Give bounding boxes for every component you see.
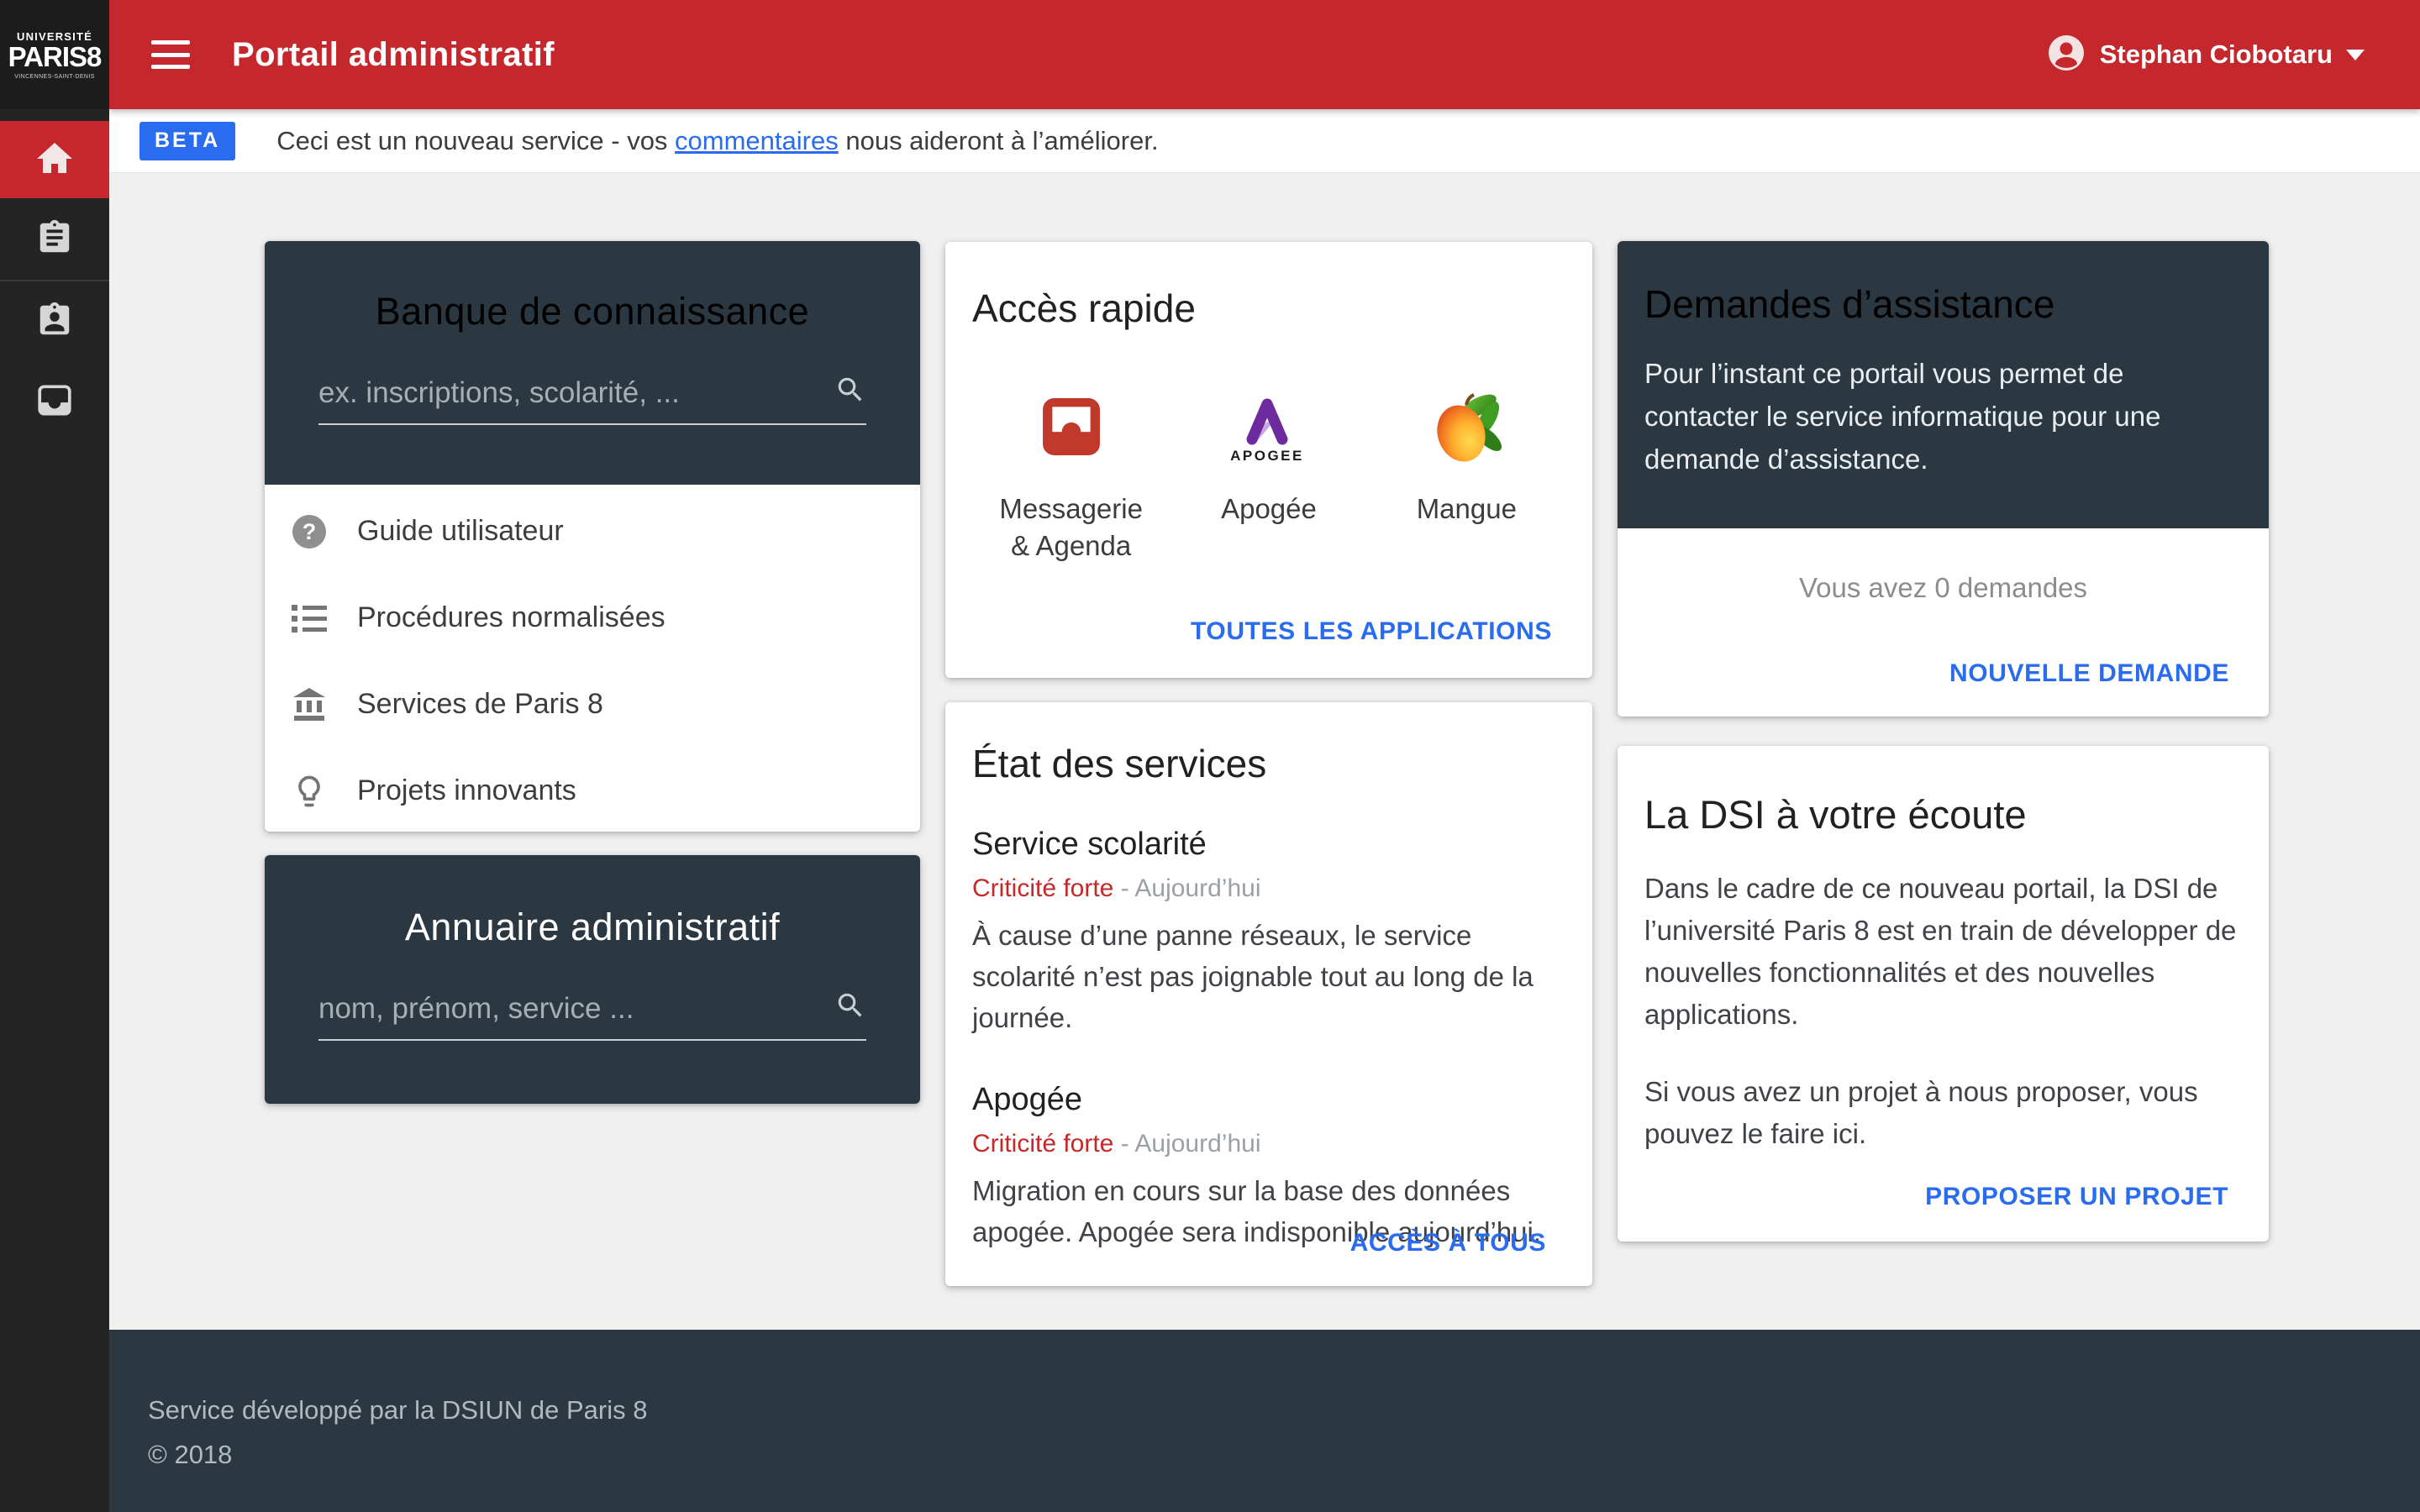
dsi-card: La DSI à votre écoute Dans le cadre de c… [1618,746,2269,1242]
directory-search-input[interactable] [318,992,834,1026]
knowledge-item-procedures[interactable]: Procédures normalisées [265,575,920,661]
contact-badge-icon [35,301,74,344]
beta-badge: BETA [139,122,235,160]
knowledge-bank-header: Banque de connaissance [265,241,920,485]
list-icon [290,604,329,633]
search-icon[interactable] [834,990,866,1026]
mail-agenda-icon [1041,396,1102,461]
status-entry-meta: Criticité forte - Aujourd’hui [972,874,1565,903]
app-label-line2: & Agenda [972,528,1170,564]
help-circle-icon: ? [290,513,329,550]
sidebar-item-directory[interactable] [0,282,109,361]
all-applications-link[interactable]: TOUTES LES APPLICATIONS [1191,617,1552,646]
status-severity: Criticité forte [972,874,1113,902]
assistance-header: Demandes d’assistance Pour l’instant ce … [1618,241,2269,528]
sidebar-item-home[interactable] [0,121,109,198]
knowledge-search-row [318,374,866,425]
sidebar-item-inbox[interactable] [0,362,109,441]
status-entry-name: Service scolarité [972,827,1565,863]
knowledge-item-label: Guide utilisateur [357,515,564,548]
knowledge-list: ? Guide utilisateur Procédures normalisé… [265,485,920,834]
home-icon [35,141,74,179]
directory-title: Annuaire administratif [318,855,866,949]
assistance-card: Demandes d’assistance Pour l’instant ce … [1618,241,2269,717]
page-footer: Service développé par la DSIUN de Paris … [109,1330,2420,1512]
knowledge-item-guide[interactable]: ? Guide utilisateur [265,488,920,575]
logo-line3: VINCENNES-SAINT-DENIS [14,74,95,80]
account-circle-icon [2048,34,2085,76]
lightbulb-icon [290,773,329,810]
status-entry-description: À cause d’une panne réseaux, le service … [972,915,1565,1038]
beta-banner: BETA Ceci est un nouveau service - vos c… [109,109,2420,173]
services-status-card: État des services Service scolarité Crit… [945,702,1592,1286]
propose-project-link[interactable]: PROPOSER UN PROJET [1925,1183,2228,1211]
apogee-logo-text: APOGEE [1230,448,1304,464]
beta-text-after: nous aideront à l’améliorer. [839,126,1159,155]
user-name: Stephan Ciobotaru [2100,39,2333,70]
app-messagerie[interactable]: Messagerie & Agenda [972,390,1170,564]
dsi-paragraph-1: Dans le cadre de ce nouveau portail, la … [1644,868,2242,1036]
sidebar-divider [0,280,109,281]
footer-credit: Service développé par la DSIUN de Paris … [148,1395,2420,1425]
status-date: - Aujourd’hui [1113,1130,1260,1158]
status-entry-meta: Criticité forte - Aujourd’hui [972,1130,1565,1158]
directory-search-row [318,990,866,1041]
assistance-body: Pour l’instant ce portail vous permet de… [1644,352,2242,480]
status-entry-name: Apogée [972,1082,1565,1118]
knowledge-item-label: Procédures normalisées [357,601,666,634]
knowledge-bank-card: Banque de connaissance ? Guide utilisate… [265,241,920,832]
assistance-count: Vous avez 0 demandes [1618,572,2269,604]
services-status-title: État des services [972,702,1565,786]
knowledge-item-projects[interactable]: Projets innovants [265,748,920,834]
knowledge-item-label: Projets innovants [357,774,576,807]
logo-line2: PARIS8 [8,43,102,71]
chevron-down-icon [2346,50,2365,60]
dsi-title: La DSI à votre écoute [1644,746,2242,837]
app-mangue[interactable]: Mangue [1368,390,1565,564]
mango-icon [1426,386,1507,471]
quick-access-title: Accès rapide [972,242,1565,331]
help-glyph: ? [302,519,317,544]
status-date: - Aujourd’hui [1113,874,1260,902]
assistance-title: Demandes d’assistance [1644,241,2242,327]
inbox-icon [35,381,74,423]
access-all-link[interactable]: ACCÈS À TOUS [1350,1229,1546,1257]
search-icon[interactable] [834,374,866,410]
directory-card: Annuaire administratif [265,855,920,1104]
quick-access-card: Accès rapide Messagerie & Agenda [945,242,1592,678]
sidebar: UNIVERSITÉ PARIS8 VINCENNES-SAINT-DENIS [0,0,109,1512]
clipboard-icon [35,218,74,261]
sidebar-item-procedures[interactable] [0,200,109,279]
apogee-logo: APOGEE [1210,389,1328,469]
quick-access-apps: Messagerie & Agenda APOGEE Apogée [972,390,1565,564]
menu-icon[interactable] [151,40,190,69]
app-label: Messagerie [972,491,1170,528]
knowledge-item-label: Services de Paris 8 [357,688,603,721]
user-menu[interactable]: Stephan Ciobotaru [2048,34,2365,76]
app-label: Apogée [1170,491,1367,528]
status-severity: Criticité forte [972,1130,1113,1158]
top-app-bar: Portail administratif Stephan Ciobotaru [109,0,2420,109]
page-title: Portail administratif [232,36,555,74]
dsi-paragraph-2: Si vous avez un projet à nous proposer, … [1644,1071,2242,1155]
knowledge-search-input[interactable] [318,376,834,410]
app-label: Mangue [1368,491,1565,528]
bank-icon [290,687,329,722]
app-apogee[interactable]: APOGEE Apogée [1170,390,1367,564]
footer-copyright: © 2018 [148,1440,2420,1470]
beta-text-before: Ceci est un nouveau service - vos [276,126,675,155]
new-request-link[interactable]: NOUVELLE DEMANDE [1949,659,2229,688]
beta-message: Ceci est un nouveau service - vos commen… [276,126,1158,156]
knowledge-bank-title: Banque de connaissance [318,241,866,333]
knowledge-item-services[interactable]: Services de Paris 8 [265,661,920,748]
paris8-logo[interactable]: UNIVERSITÉ PARIS8 VINCENNES-SAINT-DENIS [0,0,109,109]
commentaires-link[interactable]: commentaires [675,126,839,155]
